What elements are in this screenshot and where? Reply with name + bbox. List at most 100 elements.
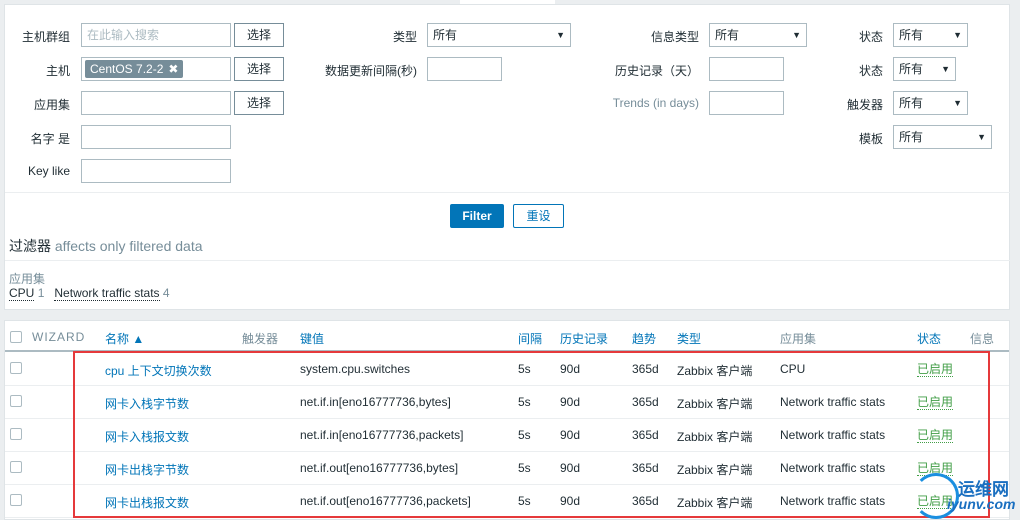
item-name-link[interactable]: 网卡出栈字节数 — [105, 461, 189, 478]
subfilter-divider — [5, 260, 1015, 261]
item-name-link[interactable]: cpu 上下文切换次数 — [105, 362, 212, 379]
application-input[interactable] — [81, 91, 231, 115]
subfilter-item-count: 4 — [162, 286, 170, 300]
item-key: system.cpu.switches — [300, 362, 411, 376]
item-interval: 5s — [518, 395, 531, 409]
name-input[interactable] — [81, 125, 231, 149]
item-trends: 365d — [632, 362, 659, 376]
subfilter-item-network[interactable]: Network traffic stats — [54, 286, 160, 301]
host-group-select-button[interactable]: 选择 — [234, 23, 284, 47]
reset-button[interactable]: 重设 — [513, 204, 564, 228]
key-label: Key like — [27, 164, 70, 178]
subfilter-item-count: 1 — [37, 286, 45, 300]
info-type-label: 信息类型 — [650, 30, 699, 44]
state-select-value: 所有 — [899, 28, 924, 42]
select-all-checkbox[interactable] — [10, 331, 22, 343]
subfilter-note: affects only filtered data — [54, 238, 203, 254]
item-application: Network traffic stats — [780, 494, 886, 508]
header-status[interactable]: 状态 — [917, 330, 941, 347]
item-type: Zabbix 客户端 — [677, 430, 753, 444]
item-name-link[interactable]: 网卡入栈报文数 — [105, 428, 189, 445]
status-select-value: 所有 — [899, 62, 924, 76]
item-history: 90d — [560, 461, 581, 475]
item-key: net.if.in[eno16777736,packets] — [300, 428, 464, 442]
filter-divider — [5, 192, 1015, 193]
row-divider — [5, 418, 1009, 419]
application-select-button[interactable]: 选择 — [234, 91, 284, 115]
header-interval[interactable]: 间隔 — [518, 330, 542, 347]
triggers-label: 触发器 — [846, 98, 883, 112]
item-type: Zabbix 客户端 — [677, 364, 753, 378]
header-history[interactable]: 历史记录 — [560, 330, 608, 347]
item-trends: 365d — [632, 395, 659, 409]
item-interval: 5s — [518, 428, 531, 442]
row-checkbox[interactable] — [10, 494, 22, 506]
item-type: Zabbix 客户端 — [677, 496, 753, 510]
state-select[interactable]: 所有 ▼ — [893, 23, 968, 47]
header-trends[interactable]: 趋势 — [632, 330, 656, 347]
history-input[interactable] — [709, 57, 784, 81]
row-divider — [5, 484, 1009, 485]
info-type-select[interactable]: 所有 ▼ — [709, 23, 807, 47]
key-input[interactable] — [81, 159, 231, 183]
status-select[interactable]: 所有 ▼ — [893, 57, 956, 81]
item-interval: 5s — [518, 494, 531, 508]
subfilter-heading: 过滤器 — [9, 238, 51, 254]
state-label: 状态 — [858, 30, 883, 44]
row-divider — [5, 451, 1009, 452]
item-key: net.if.out[eno16777736,packets] — [300, 494, 471, 508]
subfilter-items: CPU 1 Network traffic stats 4 — [9, 286, 170, 301]
subfilter-item-cpu[interactable]: CPU — [9, 286, 35, 301]
subfilter-title: 过滤器 affects only filtered data — [9, 236, 203, 256]
item-name-link[interactable]: 网卡入栈字节数 — [105, 395, 189, 412]
item-status-toggle[interactable]: 已启用 — [917, 362, 954, 377]
triggers-select-value: 所有 — [899, 96, 924, 110]
host-input[interactable]: CentOS 7.2-2 ✖ — [81, 57, 231, 81]
header-wizard: WIZARD — [32, 330, 86, 344]
item-history: 90d — [560, 395, 581, 409]
type-label: 类型 — [392, 30, 417, 44]
update-interval-input[interactable] — [427, 57, 502, 81]
item-trends: 365d — [632, 428, 659, 442]
trends-label: Trends (in days) — [612, 96, 699, 110]
host-group-label: 主机群组 — [21, 30, 70, 44]
row-divider — [5, 517, 1009, 518]
info-type-select-value: 所有 — [715, 28, 740, 42]
header-type[interactable]: 类型 — [677, 330, 701, 347]
dropdown-arrow-icon: ▼ — [977, 132, 986, 142]
name-label: 名字 是 — [30, 132, 70, 146]
type-select[interactable]: 所有 ▼ — [427, 23, 571, 47]
row-checkbox[interactable] — [10, 428, 22, 440]
template-label: 模板 — [858, 132, 883, 146]
filter-button[interactable]: Filter — [450, 204, 504, 228]
template-select[interactable]: 所有 ▼ — [893, 125, 992, 149]
template-select-value: 所有 — [899, 130, 924, 144]
row-checkbox[interactable] — [10, 362, 22, 374]
header-key[interactable]: 键值 — [300, 330, 324, 347]
chip-close-icon[interactable]: ✖ — [168, 62, 178, 76]
triggers-select[interactable]: 所有 ▼ — [893, 91, 968, 115]
trends-input[interactable] — [709, 91, 784, 115]
item-trends: 365d — [632, 461, 659, 475]
host-select-button[interactable]: 选择 — [234, 57, 284, 81]
item-name-link[interactable]: 网卡出栈报文数 — [105, 494, 189, 511]
item-status-toggle[interactable]: 已启用 — [917, 428, 954, 443]
watermark: 运维网 iyunv.com — [913, 473, 1018, 519]
row-checkbox[interactable] — [10, 461, 22, 473]
history-label: 历史记录（天） — [614, 64, 699, 78]
host-group-input[interactable]: 在此输入搜索 — [81, 23, 231, 47]
header-info: 信息 — [970, 332, 995, 346]
item-type: Zabbix 客户端 — [677, 463, 753, 477]
header-name[interactable]: 名称 ▲ — [105, 330, 144, 347]
application-label: 应用集 — [33, 98, 70, 112]
filter-panel — [4, 4, 1010, 310]
item-history: 90d — [560, 494, 581, 508]
host-label: 主机 — [45, 64, 70, 78]
item-application: Network traffic stats — [780, 428, 886, 442]
watermark-en: iyunv.com — [947, 496, 1016, 512]
row-checkbox[interactable] — [10, 395, 22, 407]
dropdown-arrow-icon: ▼ — [941, 64, 950, 74]
item-status-toggle[interactable]: 已启用 — [917, 395, 954, 410]
dropdown-arrow-icon: ▼ — [556, 30, 565, 40]
dropdown-arrow-icon: ▼ — [953, 98, 962, 108]
